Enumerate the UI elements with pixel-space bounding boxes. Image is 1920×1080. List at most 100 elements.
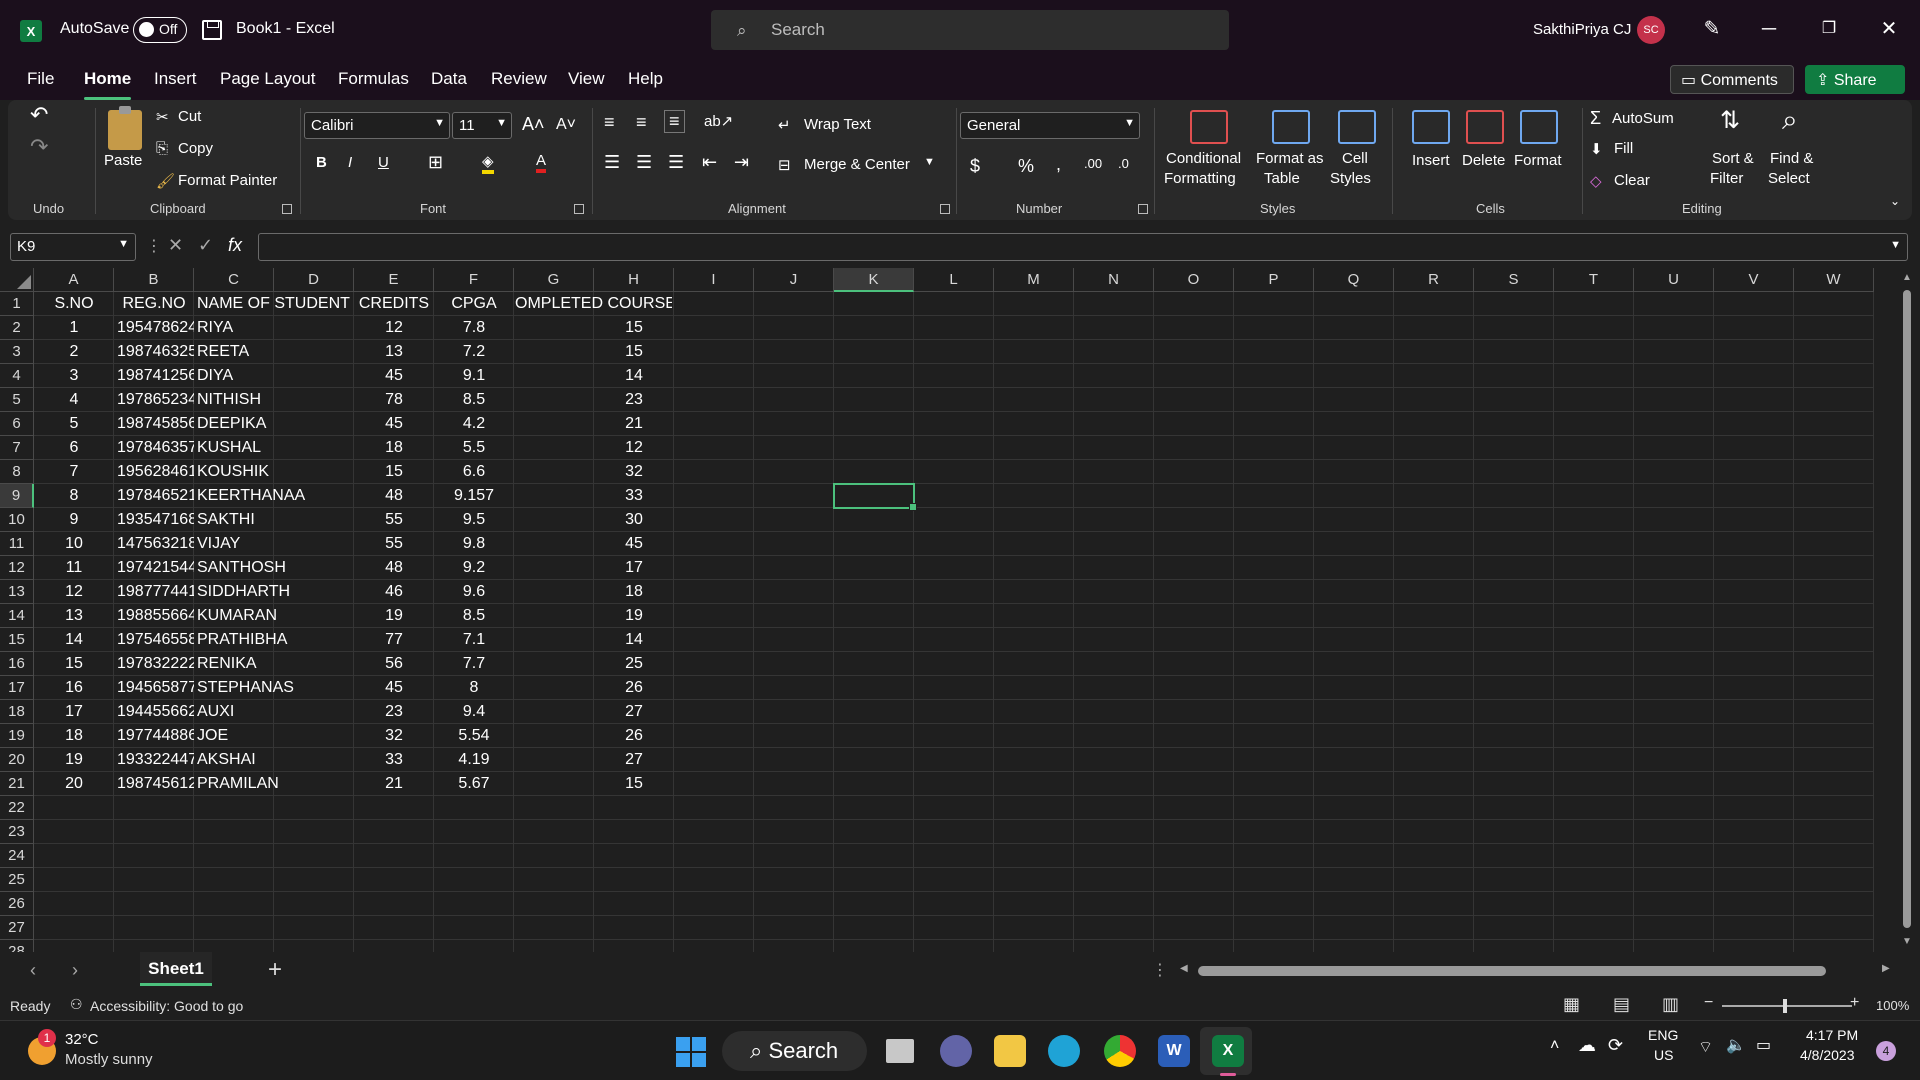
row-header[interactable]: 13 xyxy=(0,580,34,604)
grid-cell[interactable] xyxy=(994,868,1074,892)
grid-cell[interactable] xyxy=(1394,580,1474,604)
cell-regno[interactable]: 198741256 xyxy=(114,364,194,388)
grid-cell[interactable] xyxy=(1634,652,1714,676)
cell-credits[interactable]: 33 xyxy=(354,748,434,772)
grid-cell[interactable] xyxy=(674,628,754,652)
grid-cell[interactable] xyxy=(1474,724,1554,748)
save-icon[interactable] xyxy=(202,20,222,40)
grid-cell[interactable] xyxy=(1074,460,1154,484)
decrease-indent-icon[interactable]: ⇤ xyxy=(702,152,717,173)
cell-sno[interactable]: 10 xyxy=(34,532,114,556)
grid-cell[interactable] xyxy=(34,796,114,820)
grid-cell[interactable] xyxy=(1714,556,1794,580)
grid-cell[interactable] xyxy=(1154,460,1234,484)
grid-cell[interactable] xyxy=(1794,940,1874,952)
cell-completed[interactable]: 23 xyxy=(594,388,674,412)
grid-cell[interactable] xyxy=(1474,460,1554,484)
grid-cell[interactable] xyxy=(594,796,674,820)
grid-cell[interactable] xyxy=(994,748,1074,772)
column-header[interactable]: H xyxy=(594,268,674,292)
cell-completed[interactable]: 17 xyxy=(594,556,674,580)
decrease-font-icon[interactable]: A˅ xyxy=(556,116,576,134)
column-header[interactable]: N xyxy=(1074,268,1154,292)
sort-filter-label1[interactable]: Sort & xyxy=(1712,150,1754,167)
row-header[interactable]: 6 xyxy=(0,412,34,436)
fill-color-icon[interactable]: ◈ xyxy=(482,152,494,174)
grid-cell[interactable] xyxy=(674,820,754,844)
cell-completed[interactable]: 14 xyxy=(594,364,674,388)
grid-cell[interactable] xyxy=(514,796,594,820)
column-header[interactable]: R xyxy=(1394,268,1474,292)
grid-cell[interactable] xyxy=(1714,628,1794,652)
grid-cell[interactable] xyxy=(994,484,1074,508)
grid-cell[interactable] xyxy=(514,844,594,868)
grid-cell[interactable] xyxy=(1314,940,1394,952)
notification-badge[interactable]: 4 xyxy=(1876,1041,1896,1061)
cell-cpga[interactable]: 9.4 xyxy=(434,700,514,724)
column-header[interactable]: J xyxy=(754,268,834,292)
cell-credits[interactable]: 15 xyxy=(354,460,434,484)
grid-cell[interactable] xyxy=(994,892,1074,916)
selected-cell[interactable] xyxy=(833,483,917,511)
row-header[interactable]: 15 xyxy=(0,628,34,652)
grid-cell[interactable] xyxy=(1714,580,1794,604)
grid-cell[interactable] xyxy=(1794,700,1874,724)
grid-cell[interactable] xyxy=(1074,796,1154,820)
grid-cell[interactable] xyxy=(1474,652,1554,676)
grid-cell[interactable] xyxy=(1474,916,1554,940)
grid-cell[interactable] xyxy=(754,292,834,316)
cell-name[interactable]: SIDDHARTH xyxy=(194,580,354,604)
clear-button[interactable]: Clear xyxy=(1614,172,1650,189)
row-header[interactable]: 10 xyxy=(0,508,34,532)
grid-cell[interactable] xyxy=(1234,532,1314,556)
grid-cell[interactable] xyxy=(754,532,834,556)
grid-cell[interactable] xyxy=(834,676,914,700)
cell-cpga[interactable]: 8.5 xyxy=(434,388,514,412)
grid-cell[interactable] xyxy=(1394,844,1474,868)
cell-completed[interactable]: 32 xyxy=(594,460,674,484)
grid-cell[interactable] xyxy=(1474,628,1554,652)
show-hidden-icons[interactable]: ˄ xyxy=(1550,1037,1559,1055)
grid-cell[interactable] xyxy=(34,868,114,892)
grid-cell[interactable] xyxy=(1554,364,1634,388)
grid-cell[interactable] xyxy=(674,340,754,364)
cell-name[interactable]: STEPHANAS xyxy=(194,676,354,700)
row-header[interactable]: 8 xyxy=(0,460,34,484)
cell-cpga[interactable]: 9.157 xyxy=(434,484,514,508)
grid-cell[interactable] xyxy=(674,748,754,772)
grid-cell[interactable] xyxy=(1714,340,1794,364)
accessibility-icon[interactable]: ⚇ xyxy=(70,996,83,1013)
grid-cell[interactable] xyxy=(1554,868,1634,892)
grid-cell[interactable] xyxy=(1314,652,1394,676)
cell-completed[interactable]: 26 xyxy=(594,724,674,748)
grid-cell[interactable] xyxy=(1554,820,1634,844)
grid-cell[interactable] xyxy=(1074,700,1154,724)
grid-cell[interactable] xyxy=(1074,556,1154,580)
cell-regno[interactable]: 194455662 xyxy=(114,700,194,724)
grid-cell[interactable] xyxy=(674,652,754,676)
cut-icon[interactable]: ✂ xyxy=(156,108,169,126)
grid-cell[interactable] xyxy=(1794,460,1874,484)
cell-regno[interactable]: 198746325 xyxy=(114,340,194,364)
grid-cell[interactable] xyxy=(1474,556,1554,580)
grid-cell[interactable] xyxy=(114,844,194,868)
grid-cell[interactable] xyxy=(354,892,434,916)
cell-completed[interactable]: 18 xyxy=(594,580,674,604)
grid-cell[interactable] xyxy=(1154,604,1234,628)
grid-cell[interactable] xyxy=(1554,508,1634,532)
grid-cell[interactable] xyxy=(1714,868,1794,892)
cell-name[interactable]: AUXI xyxy=(194,700,354,724)
grid-cell[interactable] xyxy=(994,844,1074,868)
grid-cell[interactable] xyxy=(1474,508,1554,532)
cell-regno[interactable]: 197846521 xyxy=(114,484,194,508)
grid-cell[interactable] xyxy=(1234,292,1314,316)
grid-cell[interactable] xyxy=(994,604,1074,628)
grid-cell[interactable] xyxy=(1634,628,1714,652)
grid-cell[interactable] xyxy=(1394,436,1474,460)
grid-cell[interactable] xyxy=(1394,652,1474,676)
grid-cell[interactable] xyxy=(1794,508,1874,532)
spreadsheet-grid[interactable]: ABCDEFGHIJKLMNOPQRSTUVW 1 2 3 4 5 6 7 8 9 10 11 12 1… xyxy=(0,268,1920,952)
autosave-toggle[interactable]: Off xyxy=(133,17,187,43)
grid-cell[interactable] xyxy=(1794,532,1874,556)
grid-cell[interactable] xyxy=(674,316,754,340)
